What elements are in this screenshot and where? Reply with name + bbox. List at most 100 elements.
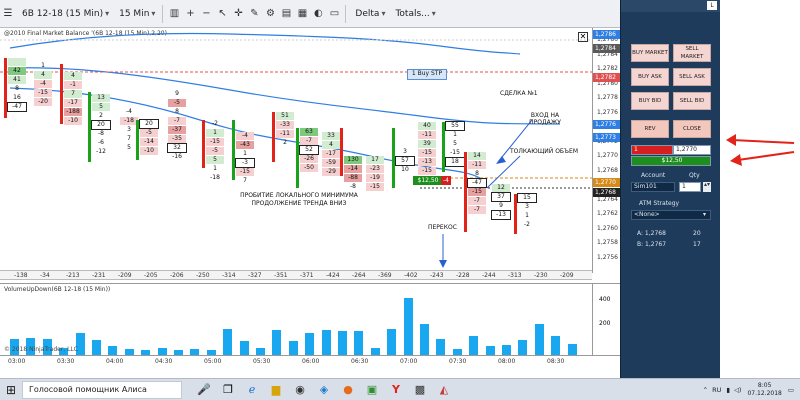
drawing-icon[interactable]: ✎ [247, 7, 261, 21]
price-tick: 1,2770 [597, 152, 618, 159]
footprint-cell: -6 [98, 139, 104, 146]
browser-e-icon[interactable]: ℯ [242, 380, 262, 400]
basketball-icon[interactable]: ● [338, 380, 358, 400]
volume-bar [272, 330, 282, 355]
panel-toggle-icon[interactable]: L [707, 1, 717, 10]
tray-chevron-icon[interactable]: ⌃ [703, 386, 708, 394]
footprint-cell: 15 [517, 193, 537, 203]
zoom-in-icon[interactable]: + [183, 7, 197, 21]
sell-bid-button[interactable]: SELL BID [673, 92, 711, 110]
footprint-cell: 5 [453, 140, 457, 147]
notifications-icon[interactable]: ▭ [788, 386, 794, 394]
color-icon[interactable]: ◐ [311, 7, 325, 21]
footprint-cell: 1 [243, 150, 247, 157]
buy-bid-button[interactable]: BUY BID [631, 92, 669, 110]
properties-icon[interactable]: ⚙ [263, 7, 277, 21]
footprint-cell: 9 [175, 90, 179, 97]
template-icon[interactable]: ▭ [327, 7, 341, 21]
app-icon[interactable]: ◈ [314, 380, 334, 400]
wifi-icon[interactable]: ▮ [726, 386, 730, 394]
interval-selector[interactable]: 15 Min [115, 4, 159, 24]
delta-value: -206 [170, 272, 184, 279]
cursor-icon[interactable]: ↖ [215, 7, 229, 21]
price-axis[interactable]: 1,2786 1,2784 1,2782 1,2780 1,2778 1,2776 1,27… [592, 28, 621, 273]
atm-strategy-select[interactable]: <None> [631, 210, 711, 220]
volume-panel[interactable]: VolumeUpDown(6B 12-18 (15 Min)) 400 200 … [0, 283, 620, 356]
delta-dropdown[interactable]: Delta [351, 4, 389, 24]
sell-market-button[interactable]: SELL MARKET [673, 44, 711, 62]
clock[interactable]: 8:05 07.12.2018 [747, 382, 781, 398]
buy-ask-button[interactable]: BUY ASK [631, 68, 669, 86]
candle-bar [464, 152, 467, 232]
order-label[interactable]: 1 Buy STP [407, 69, 447, 80]
app-icon-2[interactable]: ▣ [362, 380, 382, 400]
bar-chart-icon[interactable]: ▥ [167, 7, 181, 21]
candle-bar [202, 120, 205, 168]
time-tick: 05:00 [204, 358, 222, 365]
grid-icon[interactable]: ▦ [295, 7, 309, 21]
system-tray: ⌃ RU ▮ ◁) 8:05 07.12.2018 ▭ [703, 379, 794, 400]
search-input[interactable]: Голосовой помощник Алиса [22, 380, 182, 399]
sell-ask-button[interactable]: SELL ASK [673, 68, 711, 86]
footprint-cell: 1 [213, 165, 217, 172]
order-qty-tag[interactable]: -4 [441, 176, 451, 185]
delta-value: -228 [456, 272, 470, 279]
instrument-selector[interactable]: 6B 12-18 (15 Min) [18, 4, 113, 24]
microphone-icon[interactable]: 🎤 [194, 380, 214, 400]
toolbar-divider [162, 4, 164, 23]
volume-icon[interactable]: ◁) [734, 386, 742, 394]
close-order-icon[interactable]: ✕ [578, 32, 588, 42]
reverse-button[interactable]: REV [631, 120, 669, 138]
menu-icon[interactable]: ☰ [1, 7, 15, 21]
footprint-cell: 63 [300, 128, 318, 136]
volume-bar [502, 345, 511, 355]
strategy-icon[interactable]: ▤ [279, 7, 293, 21]
start-icon[interactable]: ⊞ [0, 379, 22, 400]
volume-bar [157, 347, 167, 355]
volume-bar [288, 341, 298, 355]
app-icon-3[interactable]: ▩ [410, 380, 430, 400]
language-indicator[interactable]: RU [712, 386, 721, 394]
folder-icon[interactable]: ▆ [266, 380, 286, 400]
totals-dropdown[interactable]: Totals... [391, 4, 439, 24]
footprint-cell: -4 [34, 80, 52, 88]
footprint-cell: 18 [445, 157, 465, 167]
price-chart[interactable]: @2010 Final Market Balance '(6B 12-18 (1… [0, 28, 620, 283]
account-select[interactable]: Sim101 [631, 182, 675, 192]
delta-value: -244 [482, 272, 496, 279]
footprint-cell: -8 [98, 130, 104, 137]
footprint-cell: 2 [283, 139, 287, 146]
footprint-cell: 17 [366, 156, 384, 164]
candle-bar [60, 64, 63, 124]
footprint-cell: 5 [206, 156, 224, 164]
time-axis[interactable]: 03:00 03:30 04:00 04:30 05:00 05:30 06:00 06:30… [0, 355, 620, 369]
footprint-cell: 4 [34, 71, 52, 79]
qty-stepper-icon[interactable]: ▴▾ [703, 182, 711, 192]
close-position-button[interactable]: CLOSE [673, 120, 711, 138]
task-view-icon[interactable]: ❐ [218, 380, 238, 400]
qty-input[interactable]: 1 [679, 182, 701, 192]
zoom-out-icon[interactable]: − [199, 7, 213, 21]
camera-icon[interactable]: ◉ [290, 380, 310, 400]
footprint-cell: -11 [418, 131, 436, 139]
ninjatrader-icon[interactable]: ◭ [434, 380, 454, 400]
qty-label: Qty [689, 172, 700, 179]
yandex-icon[interactable]: Y [386, 380, 406, 400]
price-marker-orange: 1,2770 [593, 178, 621, 187]
bid-price-label: B: 1,2767 [637, 241, 667, 248]
delta-value: -369 [378, 272, 392, 279]
footprint-cell: -4 [236, 132, 254, 140]
volume-bar [370, 347, 380, 355]
footprint-cell: 12 [492, 184, 510, 192]
chevron-down-icon[interactable]: ▾ [703, 211, 706, 218]
price-tick: 1,2778 [597, 94, 618, 101]
volume-bar [256, 347, 265, 355]
volume-bar [551, 336, 561, 355]
footprint-cell: 57 [395, 156, 415, 166]
crosshair-icon[interactable]: ✛ [231, 7, 245, 21]
footprint-cell: -4 [126, 108, 132, 115]
buy-market-button[interactable]: BUY MARKET [631, 44, 669, 62]
footprint-cell: 1 [453, 131, 457, 138]
footprint-cell: 7 [64, 90, 82, 98]
footprint-cell: -10 [140, 147, 158, 155]
